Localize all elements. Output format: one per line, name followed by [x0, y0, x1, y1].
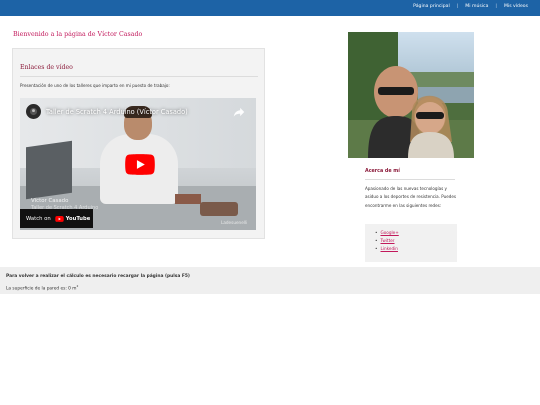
channel-avatar-icon[interactable] [26, 104, 41, 119]
video-watermark: Ladesuenelli [221, 220, 248, 225]
nav-link-music[interactable]: Mi música [465, 4, 488, 9]
nav-link-videos[interactable]: Mis vídeos [504, 4, 528, 9]
profile-photo-image [348, 32, 474, 158]
social-link-item: • Google+ [375, 230, 399, 235]
video-thumbnail-robot [200, 202, 238, 216]
about-me-panel: Acerca de mí Apasionado de las nuevas te… [359, 162, 462, 266]
youtube-video-embed[interactable]: Taller de Scratch 4 Arduino (Víctor Casa… [20, 98, 256, 230]
video-links-panel: Enlaces de vídeo Presentación de uno de … [12, 48, 265, 239]
wall-area-result: La superficie de la pared es: 0 m2 [6, 284, 78, 291]
main-nav: Página principal | Mi música | Mis vídeo… [413, 4, 528, 9]
wall-area-text: La superficie de la pared es: 0 m [6, 286, 77, 292]
video-thumbnail-laptop [26, 140, 72, 200]
profile-photo [348, 32, 474, 158]
about-me-text: Apasionado de las nuevas tecnologías y a… [365, 186, 457, 208]
reload-notice: Para volver a realizar el cálculo es nec… [6, 274, 190, 279]
watch-on-label: Watch on [26, 215, 51, 222]
page-title: Bienvenido a la página de Víctor Casado [13, 31, 143, 38]
linkedin-link[interactable]: Linkedin [380, 246, 397, 251]
nav-separator: | [495, 4, 497, 9]
youtube-video-title[interactable]: Taller de Scratch 4 Arduino (Víctor Casa… [46, 108, 188, 116]
social-links-box: • Google+ • Twitter • Linkedin [365, 224, 457, 262]
video-section-heading: Enlaces de vídeo [20, 64, 73, 71]
share-icon[interactable] [232, 104, 246, 118]
video-thumbnail-board [175, 194, 201, 204]
watch-on-youtube-button[interactable]: Watch on YouTube [20, 209, 93, 228]
heading-divider [20, 76, 258, 77]
youtube-logo-icon [55, 215, 64, 222]
twitter-link[interactable]: Twitter [380, 238, 394, 243]
area-unit-exponent: 2 [76, 284, 79, 288]
top-navigation-bar: Página principal | Mi música | Mis vídeo… [0, 0, 540, 16]
nav-link-home[interactable]: Página principal [413, 4, 450, 9]
play-icon[interactable] [125, 154, 155, 175]
video-overlay-name: Víctor Casado [31, 198, 69, 204]
avatar-glyph-icon [29, 107, 38, 116]
google-plus-link[interactable]: Google+ [380, 230, 398, 235]
nav-separator: | [456, 4, 459, 9]
youtube-logo: YouTube [55, 216, 90, 222]
youtube-logo-text: YouTube [65, 215, 91, 222]
about-me-title: Acerca de mí [365, 169, 400, 174]
social-link-item: • Linkedin [375, 246, 398, 251]
social-link-item: • Twitter [375, 238, 395, 243]
video-description: Presentación de uno de los talleres que … [20, 83, 170, 88]
about-divider [365, 179, 455, 180]
footer-bar: Para volver a realizar el cálculo es nec… [0, 267, 540, 294]
